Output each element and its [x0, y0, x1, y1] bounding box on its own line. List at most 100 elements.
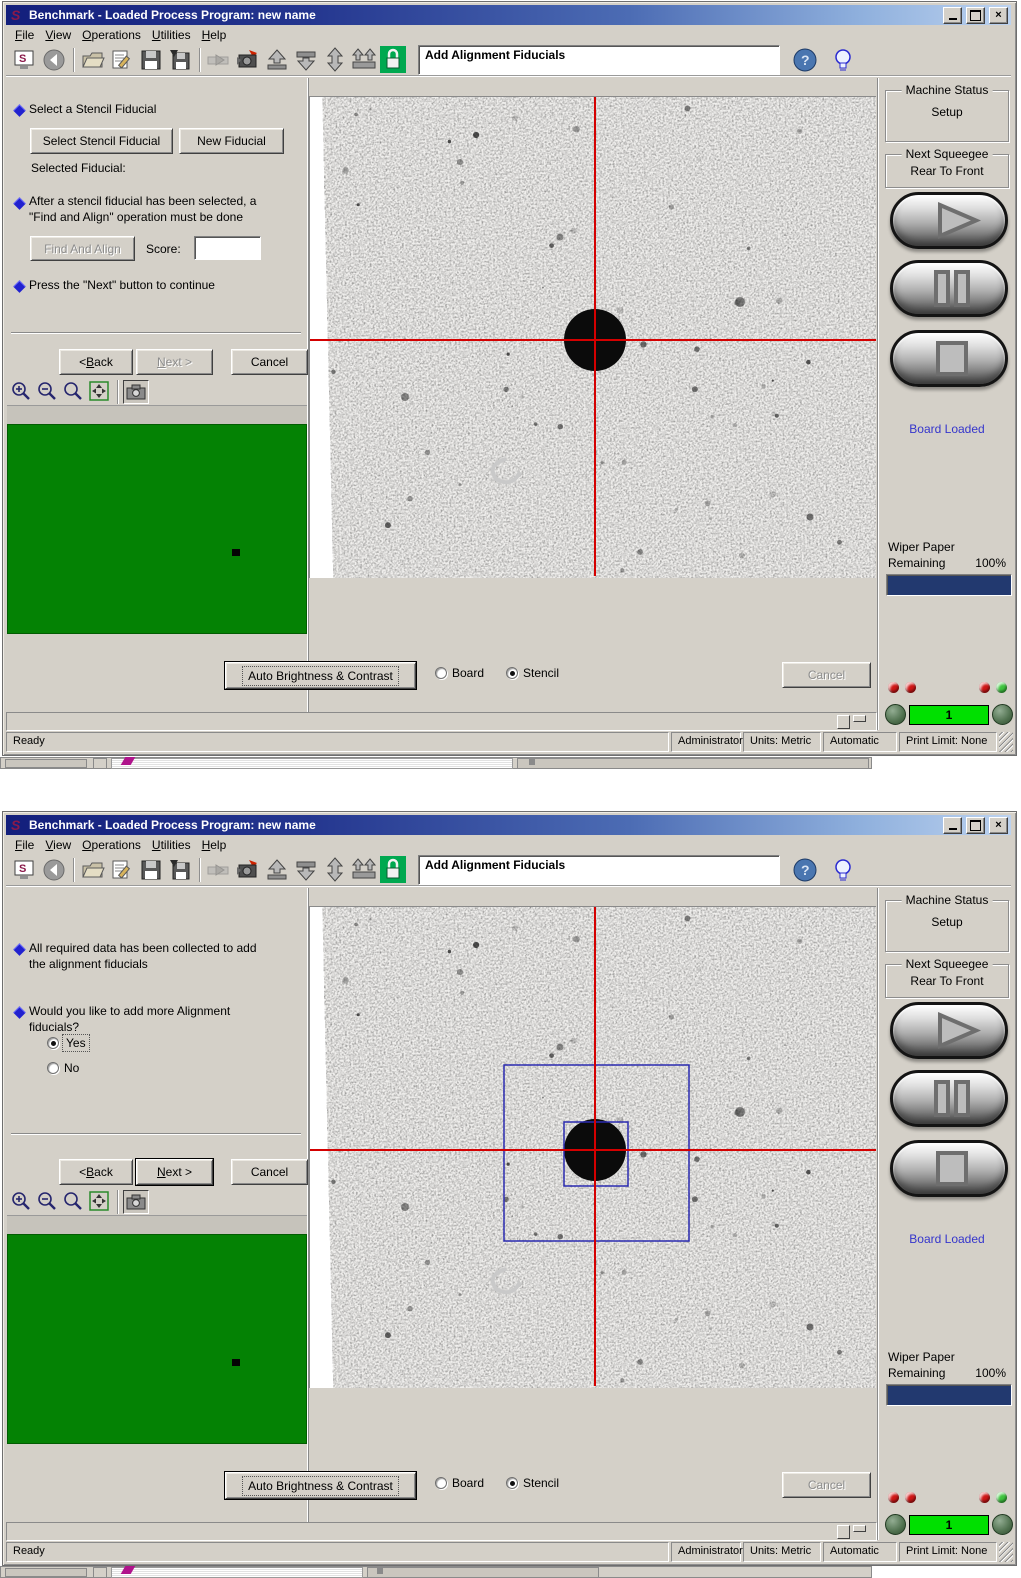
counter-right-button[interactable]	[992, 1514, 1013, 1535]
zoom-out-button[interactable]	[35, 1190, 59, 1212]
squeegee-arrows-button[interactable]	[350, 856, 377, 883]
raise-stencil-button[interactable]	[263, 46, 290, 73]
resize-grip[interactable]	[999, 732, 1013, 752]
dock-window-icon[interactable]	[837, 1525, 850, 1539]
pause-button[interactable]	[890, 1070, 1008, 1127]
cancel-button[interactable]: Cancel	[231, 349, 308, 375]
hint-button[interactable]	[830, 47, 856, 73]
maximize-button[interactable]	[966, 816, 985, 834]
save-as-button[interactable]	[166, 46, 193, 73]
run-button[interactable]	[890, 192, 1008, 249]
help-button[interactable]: ?	[792, 47, 818, 73]
stencil-radio[interactable]: Stencil	[506, 1476, 559, 1490]
counter-right-button[interactable]	[992, 704, 1013, 725]
dock-minimize-icon[interactable]	[853, 1525, 866, 1532]
help-button[interactable]: ?	[792, 857, 818, 883]
find-and-align-button[interactable]: Find And Align	[30, 236, 135, 261]
zoom-button[interactable]	[61, 380, 85, 402]
stencil-radio[interactable]: Stencil	[506, 666, 559, 680]
save-as-button[interactable]	[166, 856, 193, 883]
stop-button[interactable]	[890, 1140, 1008, 1197]
counter-left-button[interactable]	[885, 1514, 906, 1535]
camera-cancel-button[interactable]: Cancel	[782, 662, 871, 688]
vision-camera-button[interactable]	[234, 46, 261, 73]
edit-document-button[interactable]	[108, 856, 135, 883]
back-button[interactable]: < Back	[59, 1159, 133, 1185]
back-arrow-button[interactable]	[40, 856, 67, 883]
bullet-icon	[13, 280, 26, 293]
menu-view[interactable]: View	[40, 27, 77, 43]
menu-utilities[interactable]: Utilities	[147, 837, 197, 853]
menu-view[interactable]: View	[40, 837, 77, 853]
camera-view[interactable]	[309, 96, 876, 578]
camera-snapshot-button[interactable]	[123, 380, 149, 404]
close-button[interactable]: ×	[989, 816, 1008, 834]
stencil-overview-viewport[interactable]	[7, 1234, 307, 1444]
vision-camera-button[interactable]	[234, 856, 261, 883]
benchmark-logo-button[interactable]: S	[11, 856, 38, 883]
close-button[interactable]: ×	[989, 6, 1008, 24]
zoom-in-button[interactable]	[9, 380, 33, 402]
cancel-button[interactable]: Cancel	[231, 1159, 308, 1185]
minimize-button[interactable]	[943, 6, 962, 24]
raise-stencil-button[interactable]	[263, 856, 290, 883]
resize-grip[interactable]	[999, 1542, 1013, 1562]
next-button[interactable]: Next >	[136, 349, 213, 375]
stencil-overview-viewport[interactable]	[7, 424, 307, 634]
score-input[interactable]	[194, 236, 261, 260]
no-radio[interactable]: No	[47, 1061, 79, 1075]
minimize-button[interactable]	[943, 816, 962, 834]
dock-window-icon[interactable]	[837, 715, 850, 729]
camera-cancel-button[interactable]: Cancel	[782, 1472, 871, 1498]
stop-button[interactable]	[890, 330, 1008, 387]
squeegee-arrows-button[interactable]	[350, 46, 377, 73]
lower-board-button[interactable]	[292, 46, 319, 73]
edit-document-button[interactable]	[108, 46, 135, 73]
new-fiducial-button[interactable]: New Fiducial	[179, 128, 284, 154]
up-down-move-button[interactable]	[321, 856, 348, 883]
auto-brightness-contrast-button[interactable]: Auto Brightness & Contrast	[225, 1472, 416, 1499]
titlebar[interactable]: S Benchmark - Loaded Process Program: ne…	[6, 815, 1011, 835]
menu-help[interactable]: Help	[197, 837, 233, 853]
menu-operations[interactable]: Operations	[77, 27, 147, 43]
menu-file[interactable]: File	[10, 837, 40, 853]
hint-button[interactable]	[830, 857, 856, 883]
safety-lock-button[interactable]	[379, 46, 406, 73]
dock-minimize-icon[interactable]	[853, 715, 866, 722]
board-radio[interactable]: Board	[435, 1476, 484, 1490]
open-folder-button[interactable]	[79, 46, 106, 73]
zoom-out-button[interactable]	[35, 380, 59, 402]
up-down-move-button[interactable]	[321, 46, 348, 73]
auto-brightness-contrast-button[interactable]: Auto Brightness & Contrast	[225, 662, 416, 689]
menu-operations[interactable]: Operations	[77, 837, 147, 853]
zoom-button[interactable]	[61, 1190, 85, 1212]
maximize-button[interactable]	[966, 6, 985, 24]
zoom-in-button[interactable]	[9, 1190, 33, 1212]
menu-help[interactable]: Help	[197, 27, 233, 43]
titlebar[interactable]: S Benchmark - Loaded Process Program: ne…	[6, 5, 1011, 25]
back-button[interactable]: < Back	[59, 349, 133, 375]
safety-lock-button[interactable]	[379, 856, 406, 883]
counter-left-button[interactable]	[885, 704, 906, 725]
lower-board-button[interactable]	[292, 856, 319, 883]
next-button[interactable]: Next >	[136, 1159, 213, 1185]
pan-fit-button[interactable]	[87, 380, 111, 402]
load-board-button[interactable]	[205, 856, 232, 883]
pan-fit-button[interactable]	[87, 1190, 111, 1212]
menu-file[interactable]: File	[10, 27, 40, 43]
save-button[interactable]	[137, 46, 164, 73]
open-folder-button[interactable]	[79, 856, 106, 883]
run-play-icon	[938, 201, 982, 240]
camera-snapshot-button[interactable]	[123, 1190, 149, 1214]
run-button[interactable]	[890, 1002, 1008, 1059]
menu-utilities[interactable]: Utilities	[147, 27, 197, 43]
select-stencil-fiducial-button[interactable]: Select Stencil Fiducial	[30, 128, 173, 154]
load-board-button[interactable]	[205, 46, 232, 73]
save-button[interactable]	[137, 856, 164, 883]
yes-radio[interactable]: Yes	[47, 1034, 90, 1052]
back-arrow-button[interactable]	[40, 46, 67, 73]
benchmark-logo-button[interactable]: S	[11, 46, 38, 73]
camera-view[interactable]	[309, 906, 876, 1388]
board-radio[interactable]: Board	[435, 666, 484, 680]
pause-button[interactable]	[890, 260, 1008, 317]
